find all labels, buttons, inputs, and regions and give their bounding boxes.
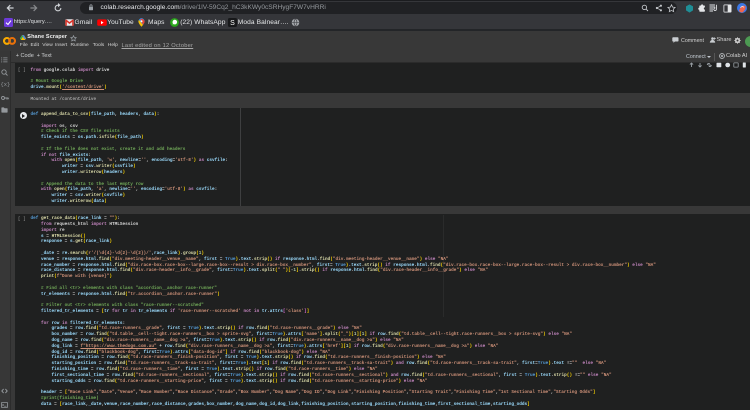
svg-text:S: S: [230, 20, 235, 27]
